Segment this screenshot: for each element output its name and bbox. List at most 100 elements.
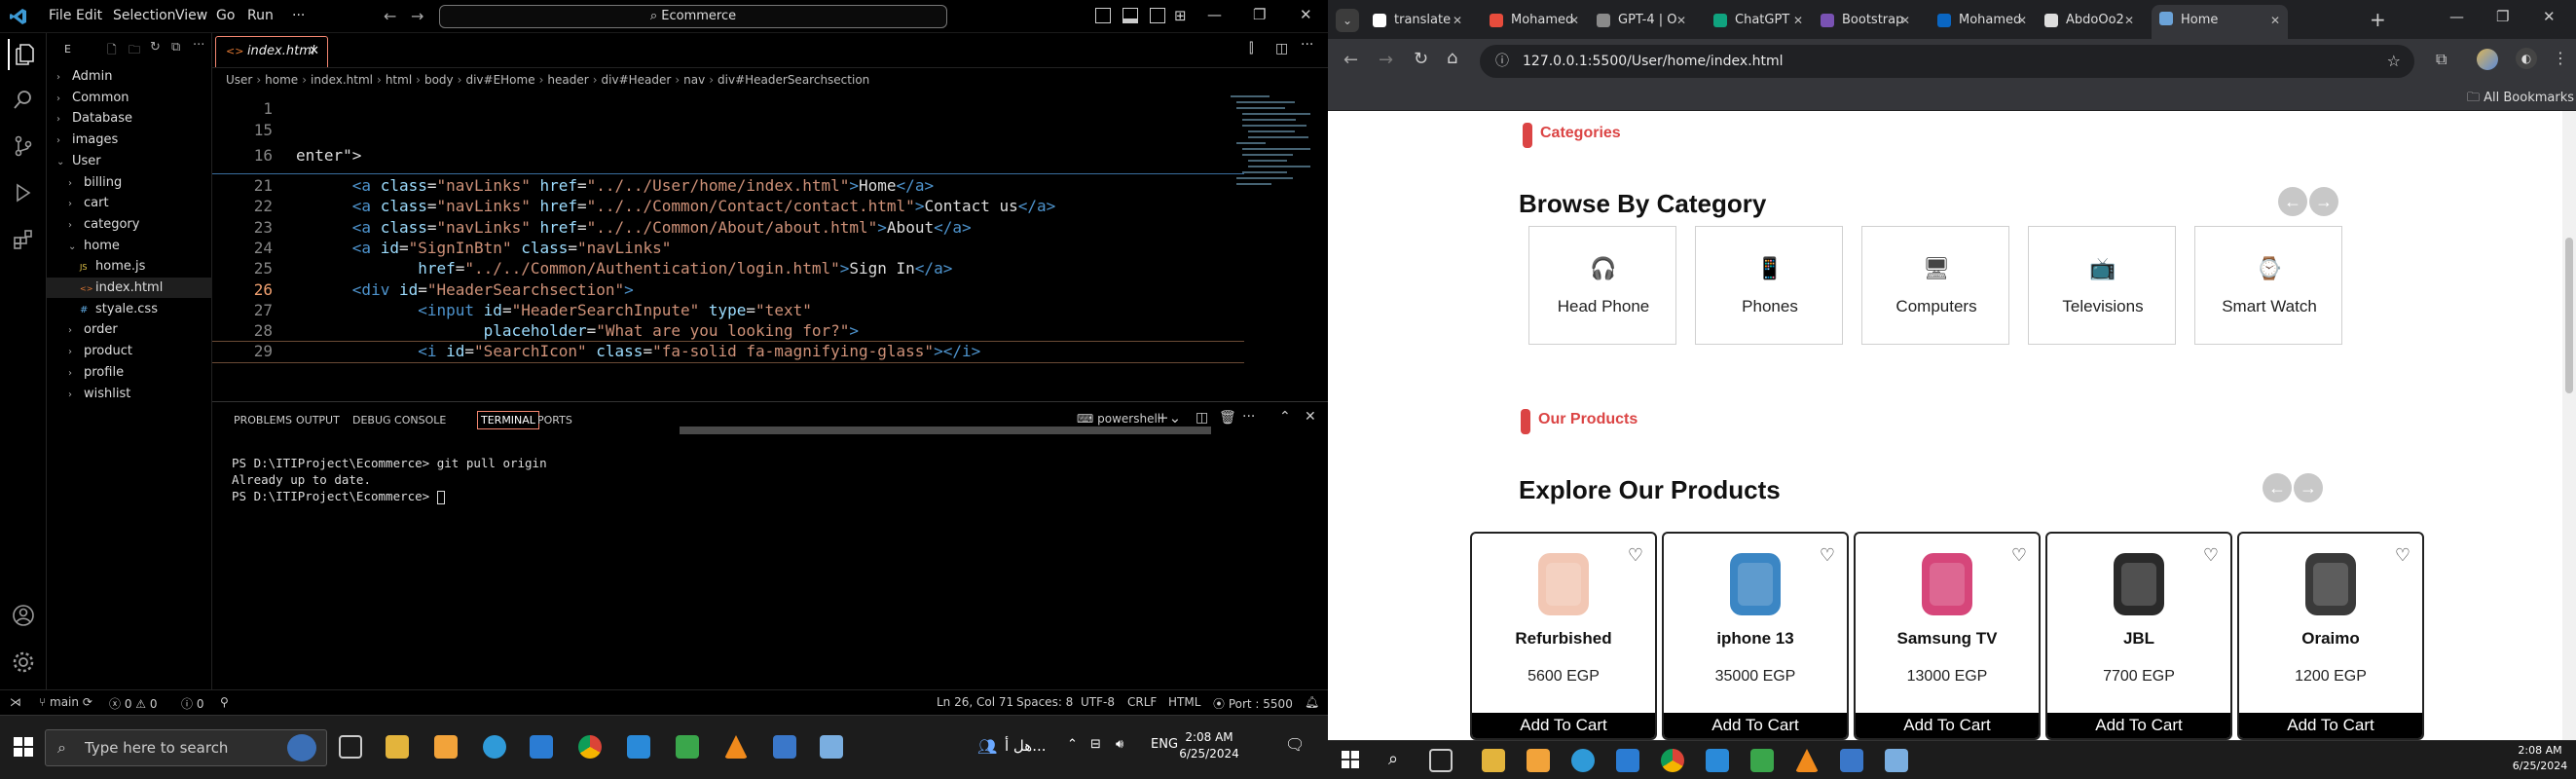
browser-tab[interactable]: GPT-4 | O ✕ bbox=[1589, 7, 1694, 34]
indentation[interactable]: Spaces: 8 bbox=[1016, 695, 1073, 709]
settings-gear-icon[interactable] bbox=[8, 647, 39, 678]
arabic-news[interactable]: هل أ... bbox=[1005, 737, 1047, 755]
customize-layout-icon[interactable]: ⊞ bbox=[1174, 7, 1187, 24]
new-file-icon[interactable]: 🗋 bbox=[107, 41, 117, 61]
all-bookmarks[interactable]: 🗀 All Bookmarks bbox=[2467, 89, 2574, 110]
toggle-panel-icon[interactable] bbox=[1122, 8, 1138, 23]
panel-tab-ports[interactable]: PORTS bbox=[537, 414, 572, 427]
wishlist-heart-icon[interactable]: ♡ bbox=[2011, 545, 2027, 566]
extensions-icon[interactable]: ⧉ bbox=[2436, 50, 2447, 69]
products-next-button[interactable]: → bbox=[2294, 473, 2323, 502]
search-icon[interactable]: ⌕ bbox=[1388, 749, 1398, 769]
code-area[interactable]: 1 15 16 enter"> 21 <a class="navLinks" href… bbox=[212, 92, 1328, 434]
tree-item-admin[interactable]: › Admin bbox=[47, 66, 212, 87]
tree-item-category[interactable]: › category bbox=[47, 214, 212, 235]
close-tab-icon[interactable]: ✕ bbox=[1676, 7, 1686, 34]
snipping-tool-icon[interactable] bbox=[1840, 749, 1863, 772]
camtasia-icon[interactable] bbox=[676, 735, 699, 759]
encoding[interactable]: UTF-8 bbox=[1081, 695, 1115, 709]
vscode-taskbar-icon[interactable] bbox=[627, 735, 650, 759]
wishlist-heart-icon[interactable]: ♡ bbox=[1820, 545, 1835, 566]
vscode-taskbar-icon[interactable] bbox=[1706, 749, 1729, 772]
close-panel-icon[interactable]: ✕ bbox=[1305, 409, 1316, 425]
tree-item-wishlist[interactable]: › wishlist bbox=[47, 384, 212, 404]
notepad-icon[interactable] bbox=[1885, 749, 1908, 772]
panel-more-icon[interactable]: ··· bbox=[1242, 409, 1255, 425]
edge-icon[interactable] bbox=[483, 735, 506, 759]
bell-outline-icon[interactable]: ⚲ bbox=[220, 695, 229, 709]
profile-icon[interactable]: ◐ bbox=[2516, 48, 2537, 69]
notepad-icon[interactable] bbox=[820, 735, 843, 759]
toggle-sidebar-icon[interactable] bbox=[1095, 8, 1111, 23]
refresh-icon[interactable]: ↻ bbox=[150, 40, 161, 55]
store-icon[interactable] bbox=[1527, 749, 1550, 772]
trash-icon[interactable]: 🗑 bbox=[1219, 410, 1236, 426]
windows-start-icon[interactable] bbox=[14, 737, 33, 757]
info-indicator[interactable]: ⓘ 0 bbox=[181, 695, 203, 712]
close-tab-icon[interactable]: ✕ bbox=[2270, 5, 2280, 36]
close-tab-icon[interactable]: ✕ bbox=[1453, 7, 1462, 34]
close-tab-icon[interactable]: ✕ bbox=[1569, 7, 1579, 34]
clock[interactable]: 2:08 AM 6/25/2024 bbox=[2508, 743, 2572, 774]
avatar[interactable] bbox=[2477, 49, 2498, 70]
tree-item-user[interactable]: ⌄ User bbox=[47, 151, 212, 171]
panel-tab-output[interactable]: OUTPUT bbox=[296, 414, 340, 427]
chrome-icon[interactable] bbox=[578, 735, 602, 759]
close-tab-icon[interactable]: ✕ bbox=[2017, 7, 2027, 34]
browser-tab[interactable]: Mohamed ✕ bbox=[1930, 7, 2035, 34]
menu-edit[interactable]: Edit bbox=[76, 8, 102, 23]
language-mode[interactable]: HTML bbox=[1168, 695, 1200, 709]
browser-tab[interactable]: Bootstrap ✕ bbox=[1813, 7, 1918, 34]
vlc-icon[interactable] bbox=[1795, 749, 1819, 772]
restore-icon[interactable]: ❐ bbox=[1253, 6, 1266, 23]
minimize-icon[interactable]: — bbox=[2449, 8, 2464, 25]
notifications-bell-icon[interactable]: 🔔︎ bbox=[1305, 695, 1319, 709]
maximize-panel-icon[interactable]: ⌃ bbox=[1279, 409, 1291, 425]
menu-run[interactable]: Run bbox=[247, 8, 274, 23]
file-explorer-icon[interactable] bbox=[1482, 749, 1505, 772]
category-card[interactable]: 🎧 Head Phone bbox=[1528, 226, 1676, 345]
camtasia-icon[interactable] bbox=[1750, 749, 1774, 772]
browser-tab[interactable]: Mohamed ✕ bbox=[1482, 7, 1587, 34]
category-prev-button[interactable]: ← bbox=[2278, 187, 2307, 216]
collapse-all-icon[interactable]: ⧉ bbox=[171, 40, 180, 55]
network-icon[interactable]: ⊟ bbox=[1090, 737, 1101, 752]
new-tab-icon[interactable]: + bbox=[2370, 8, 2386, 31]
editor-more-icon[interactable]: ··· bbox=[1301, 37, 1313, 53]
tab-index-html[interactable]: <> index.html ✕ bbox=[215, 36, 328, 67]
cursor-position[interactable]: Ln 26, Col 71 bbox=[937, 695, 1013, 709]
product-image[interactable] bbox=[1716, 545, 1794, 623]
back-arrow-icon[interactable]: ← bbox=[384, 7, 396, 25]
breadcrumb-item[interactable]: div#HeaderSearchsection bbox=[718, 73, 869, 87]
toggle-secondary-sidebar-icon[interactable] bbox=[1150, 8, 1165, 23]
tree-item-cart[interactable]: › cart bbox=[47, 193, 212, 213]
home-icon[interactable]: ⌂ bbox=[1447, 48, 1457, 68]
breadcrumb-item[interactable]: header bbox=[547, 73, 588, 87]
products-prev-button[interactable]: ← bbox=[2263, 473, 2292, 502]
menu-dots-icon[interactable]: ⋮ bbox=[2553, 49, 2568, 67]
wishlist-heart-icon[interactable]: ♡ bbox=[2203, 545, 2219, 566]
site-info-icon[interactable]: ⓘ bbox=[1495, 45, 1509, 78]
panel-tab-terminal[interactable]: TERMINAL bbox=[477, 411, 539, 429]
tree-item-product[interactable]: › product bbox=[47, 341, 212, 361]
mail-icon[interactable] bbox=[1616, 749, 1639, 772]
menu-file[interactable]: File bbox=[49, 8, 71, 23]
category-card[interactable]: 🖥 Computers bbox=[1861, 226, 2009, 345]
taskbar-search[interactable]: ⌕ Type here to search bbox=[45, 729, 327, 766]
snipping-tool-icon[interactable] bbox=[773, 735, 796, 759]
forward-icon[interactable]: → bbox=[1379, 50, 1393, 70]
split-editor-right-icon[interactable]: ◫ bbox=[1275, 41, 1288, 56]
explorer-icon[interactable] bbox=[8, 39, 39, 70]
tree-item-database[interactable]: › Database bbox=[47, 108, 212, 129]
menu-view[interactable]: View bbox=[175, 8, 207, 23]
tree-item-billing[interactable]: › billing bbox=[47, 172, 212, 193]
add-to-cart-button[interactable]: Add To Cart bbox=[2047, 713, 2230, 738]
add-to-cart-button[interactable]: Add To Cart bbox=[1664, 713, 1847, 738]
close-tab-icon[interactable]: ✕ bbox=[1793, 7, 1803, 34]
breadcrumb-item[interactable]: body bbox=[424, 73, 454, 87]
minimize-icon[interactable]: — bbox=[1207, 6, 1222, 23]
product-image[interactable] bbox=[2292, 545, 2370, 623]
tree-item-styale-css[interactable]: # styale.css bbox=[47, 299, 212, 319]
tray-chevron-icon[interactable]: ⌃ bbox=[1067, 737, 1078, 752]
category-next-button[interactable]: → bbox=[2309, 187, 2338, 216]
